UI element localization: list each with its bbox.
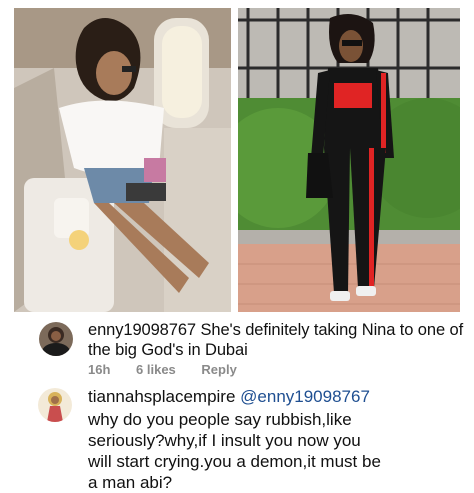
- avatar-image: [39, 322, 73, 356]
- comment-2: tiannahsplacempire @enny19098767 why do …: [0, 382, 474, 493]
- comment-body: why do you people say rubbish,like serio…: [88, 410, 381, 492]
- comment-time: 16h: [88, 362, 111, 377]
- comment-username[interactable]: tiannahsplacempire: [88, 387, 235, 406]
- street-photo-image: [238, 8, 460, 312]
- reply-button[interactable]: Reply: [201, 362, 236, 377]
- comment-1: enny19098767 She's definitely taking Nin…: [0, 318, 474, 378]
- comment-header: tiannahsplacempire @enny19098767: [88, 386, 370, 407]
- comment-meta: 16h 6 likes Reply: [88, 362, 259, 377]
- avatar[interactable]: [38, 388, 72, 422]
- avatar[interactable]: [39, 322, 73, 356]
- airplane-photo-image: [14, 8, 231, 312]
- avatar-image: [38, 388, 72, 422]
- photo-airplane-seat[interactable]: [14, 8, 231, 312]
- photo-street-outfit[interactable]: [238, 8, 460, 312]
- comment-username[interactable]: enny19098767: [88, 321, 196, 339]
- photo-collage: [0, 0, 474, 312]
- comment-text: enny19098767 She's definitely taking Nin…: [88, 320, 468, 360]
- mention-link[interactable]: @enny19098767: [240, 387, 370, 406]
- comment-likes[interactable]: 6 likes: [136, 362, 176, 377]
